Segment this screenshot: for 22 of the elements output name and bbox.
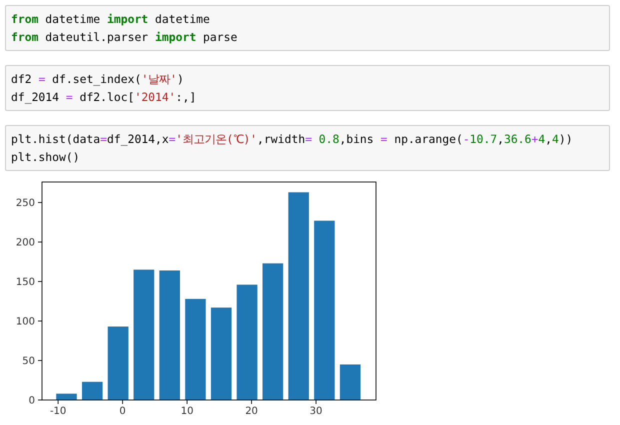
y-tick-label: 250 [16, 198, 35, 210]
y-tick-label: 50 [22, 356, 35, 367]
x-tick-label: 20 [245, 406, 258, 417]
code-cell[interactable]: plt.hist(data=df_2014,x='최고기온(℃)',rwidth= 0.8,bins = np.arange(-10.7,36.6+4,4)) plt.show() [5, 125, 610, 171]
x-tick-label: 30 [310, 406, 322, 417]
y-tick-label: 200 [16, 238, 35, 249]
y-tick-label: 100 [16, 316, 35, 328]
x-tick-label: -10 [50, 406, 66, 417]
code-line: from dateutil.parser import parse [11, 29, 238, 46]
code-cell[interactable]: df2 = df.set_index('날짜') df_2014 = df2.loc['2014':,] [5, 65, 610, 111]
code-line: plt.hist(data=df_2014,x='최고기온(℃)',rwidth= 0.8,bins = np.arange(-10.7,36.6+4,4)) [11, 131, 573, 148]
code-line: plt.show() [11, 149, 80, 166]
x-tick-label: 10 [180, 406, 194, 417]
y-tick-label: 0 [28, 396, 35, 406]
histogram-bar [340, 364, 361, 400]
code-line: df_2014 = df2.loc['2014':,] [11, 89, 196, 106]
code-line: from datetime import datetime [11, 11, 210, 28]
histogram-bar [82, 382, 103, 400]
code-line: df2 = df.set_index('날짜') [11, 71, 184, 88]
x-tick-label: 0 [119, 406, 126, 417]
y-tick-label: 150 [16, 277, 35, 288]
code-cell[interactable]: from datetime import datetime from dateutil.parser import parse [5, 5, 610, 51]
